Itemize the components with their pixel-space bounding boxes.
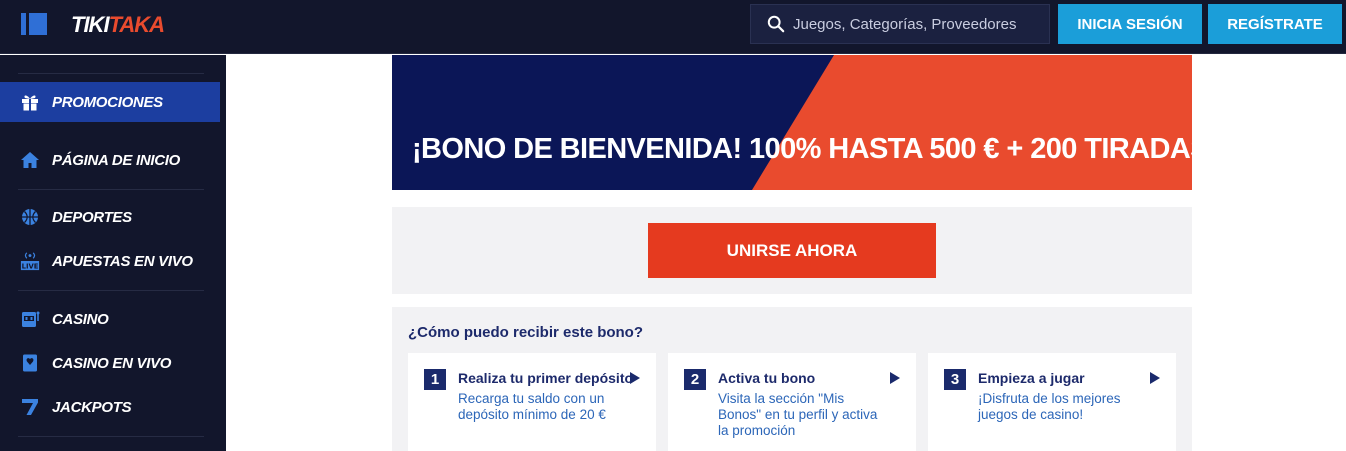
basketball-icon bbox=[20, 207, 40, 227]
step-title: Realiza tu primer depósito bbox=[458, 370, 634, 386]
step-title: Activa tu bono bbox=[718, 370, 816, 386]
sidebar-item-jackpots[interactable]: JACKPOTS bbox=[0, 387, 220, 427]
sidebar-item-deportes[interactable]: DEPORTES bbox=[0, 197, 220, 237]
step-card-1[interactable]: 1 Realiza tu primer depósito Recarga tu … bbox=[408, 353, 656, 451]
logo-part-2: TAKA bbox=[108, 12, 165, 37]
step-description: ¡Disfruta de los mejores juegos de casin… bbox=[978, 391, 1121, 422]
live-badge-text: LIVE bbox=[22, 262, 39, 270]
play-arrow-icon[interactable] bbox=[1150, 372, 1160, 384]
step-description: Visita la sección "Mis Bonos" en tu perf… bbox=[718, 391, 878, 438]
sidebar-item-casino[interactable]: CASINO bbox=[0, 299, 220, 339]
tikitaka-logo[interactable]: TIKITAKA bbox=[71, 12, 165, 38]
play-arrow-icon[interactable] bbox=[630, 372, 640, 384]
sidebar-item-casino-en-vivo[interactable]: CASINO EN VIVO bbox=[0, 343, 220, 383]
step-title: Empieza a jugar bbox=[978, 370, 1085, 386]
banner-headline: ¡BONO DE BIENVENIDA! 100% HASTA 500 € + … bbox=[412, 133, 1192, 165]
how-to-title: ¿Cómo puedo recibir este bono? bbox=[408, 324, 644, 341]
sidebar-divider bbox=[18, 290, 204, 291]
logo-part-1: TIKI bbox=[71, 12, 110, 37]
join-now-button[interactable]: UNIRSE AHORA bbox=[648, 223, 936, 278]
how-to-panel: ¿Cómo puedo recibir este bono? 1 Realiza… bbox=[392, 307, 1192, 451]
sidebar-item-label: PROMOCIONES bbox=[52, 93, 163, 111]
register-button[interactable]: REGÍSTRATE bbox=[1208, 4, 1342, 44]
seven-icon bbox=[20, 397, 40, 417]
home-icon bbox=[20, 150, 40, 170]
step-number: 2 bbox=[684, 369, 706, 390]
step-card-3[interactable]: 3 Empieza a jugar ¡Disfruta de los mejor… bbox=[928, 353, 1176, 451]
search-input[interactable] bbox=[793, 15, 1033, 33]
banner-navy-panel bbox=[392, 55, 834, 190]
sidebar-item-promociones[interactable]: PROMOCIONES bbox=[0, 82, 220, 122]
top-bar: TIKITAKA INICIA SESIÓN REGÍSTRATE bbox=[0, 0, 1346, 54]
step-description: Recarga tu saldo con un depósito mínimo … bbox=[458, 391, 606, 422]
sidebar-item-pagina-de-inicio[interactable]: PÁGINA DE INICIO bbox=[0, 140, 220, 180]
login-button[interactable]: INICIA SESIÓN bbox=[1058, 4, 1202, 44]
sidebar-divider bbox=[18, 189, 204, 190]
step-number: 3 bbox=[944, 369, 966, 390]
sidebar-item-label: CASINO EN VIVO bbox=[52, 354, 172, 372]
gift-icon bbox=[20, 92, 40, 112]
step-number: 1 bbox=[424, 369, 446, 390]
slot-machine-icon bbox=[20, 309, 40, 329]
sidebar-item-label: CASINO bbox=[52, 310, 109, 328]
sidebar-item-label: JACKPOTS bbox=[52, 398, 132, 416]
play-arrow-icon[interactable] bbox=[890, 372, 900, 384]
sidebar-item-apuestas-en-vivo[interactable]: LIVE APUESTAS EN VIVO bbox=[0, 241, 220, 281]
sidebar-divider bbox=[18, 73, 204, 74]
search-box[interactable] bbox=[750, 4, 1050, 44]
live-icon: LIVE bbox=[20, 251, 40, 271]
playing-card-icon bbox=[20, 353, 40, 373]
welcome-bonus-banner: ¡BONO DE BIENVENIDA! 100% HASTA 500 € + … bbox=[392, 55, 1192, 190]
sidebar-divider bbox=[18, 436, 204, 437]
sidebar-item-label: PÁGINA DE INICIO bbox=[52, 151, 180, 169]
step-card-2[interactable]: 2 Activa tu bono Visita la sección "Mis … bbox=[668, 353, 916, 451]
menu-toggle-icon[interactable] bbox=[21, 13, 47, 35]
sidebar-item-label: APUESTAS EN VIVO bbox=[52, 252, 193, 270]
join-panel: UNIRSE AHORA bbox=[392, 207, 1192, 294]
search-icon bbox=[767, 15, 785, 33]
sidebar-item-label: DEPORTES bbox=[52, 208, 132, 226]
sidebar: PROMOCIONES PÁGINA DE INICIO DEPORTES LI… bbox=[0, 55, 226, 451]
